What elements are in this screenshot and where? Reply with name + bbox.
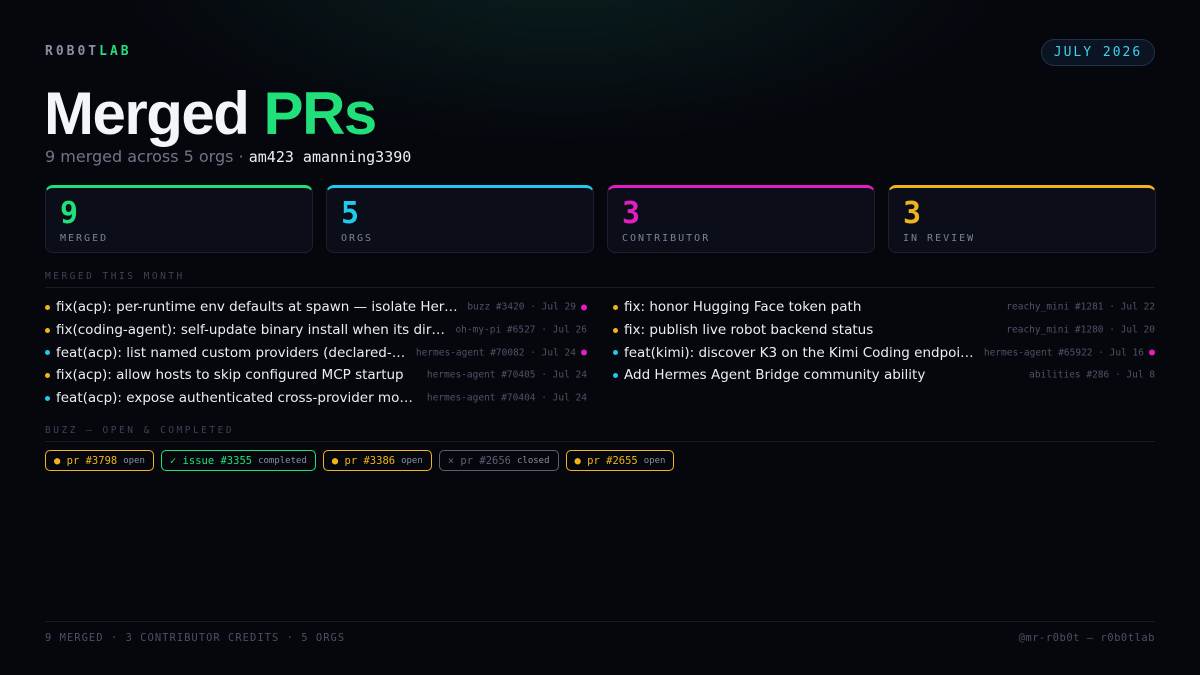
subtitle-users: am423 amanning3390: [248, 148, 412, 166]
stat-label: CONTRIBUTOR: [622, 233, 711, 244]
footer-handle: @mr-r0b0t — r0b0tlab: [1018, 632, 1155, 644]
stat-value: 5: [341, 196, 360, 231]
pr-meta-text: hermes-agent #70404 · Jul 24: [426, 392, 587, 404]
brand-logo: R0B0TLAB: [45, 44, 132, 59]
brand-part-1: R0B0T: [45, 44, 100, 59]
pr-row[interactable]: Add Hermes Agent Bridge community abilit…: [613, 364, 1155, 387]
pr-meta-text: buzz #3420 · Jul 29: [467, 301, 576, 313]
buzz-chips: ● pr #3798 open ✓ issue #3355 completed …: [45, 450, 675, 471]
pr-row[interactable]: fix(coding-agent): self-update binary in…: [45, 319, 587, 342]
chip-id: ● pr #2655: [574, 454, 638, 467]
chip-status: closed: [517, 455, 550, 466]
buzz-dot-icon: [581, 349, 587, 356]
stat-value: 3: [903, 196, 922, 231]
merged-list-right: fix: honor Hugging Face token path reach…: [613, 296, 1155, 387]
buzz-chip[interactable]: ● pr #3386 open: [322, 450, 432, 471]
pr-meta: reachy_mini #1280 · Jul 20: [1006, 325, 1155, 336]
stats-row: 9 MERGED 5 ORGS 3 CONTRIBUTOR 3 IN REVIE…: [45, 185, 1156, 253]
pr-title: feat(kimi): discover K3 on the Kimi Codi…: [624, 344, 982, 361]
subtitle-separator: ·: [238, 147, 244, 166]
pr-row[interactable]: feat(kimi): discover K3 on the Kimi Codi…: [613, 341, 1155, 364]
pr-meta: reachy_mini #1281 · Jul 22: [1006, 302, 1155, 313]
stat-value: 9: [60, 196, 79, 231]
status-dot: [45, 350, 50, 356]
stat-value: 3: [622, 196, 641, 231]
status-dot: [45, 372, 50, 378]
pr-row[interactable]: fix(acp): allow hosts to skip configured…: [45, 364, 587, 387]
pr-title: fix(coding-agent): self-update binary in…: [56, 322, 446, 339]
subtitle-summary: 9 merged across 5 orgs: [45, 147, 234, 166]
pr-title: fix(acp): per-runtime env defaults at sp…: [56, 299, 464, 316]
stat-label: IN REVIEW: [903, 233, 976, 244]
merged-section-heading: MERGED THIS MONTH: [45, 271, 1155, 288]
pr-meta-text: hermes-agent #65922 · Jul 16: [983, 347, 1144, 359]
pr-meta: hermes-agent #70405 · Jul 24: [427, 370, 587, 381]
buzz-section-heading: BUZZ — OPEN & COMPLETED: [45, 425, 1155, 442]
stat-card-in-review: 3 IN REVIEW: [888, 185, 1156, 253]
chip-status: open: [643, 455, 666, 466]
stat-label: ORGS: [341, 233, 374, 244]
status-dot: [613, 304, 618, 310]
pr-meta-text: reachy_mini #1280 · Jul 20: [1006, 324, 1155, 336]
buzz-chip[interactable]: ● pr #3798 open: [45, 450, 154, 471]
pr-title: feat(acp): expose authenticated cross-pr…: [56, 390, 418, 407]
chip-id: ● pr #3798: [54, 454, 118, 467]
brand-part-2: LAB: [99, 44, 132, 59]
status-dot: [613, 372, 618, 378]
pr-meta-text: hermes-agent #70082 · Jul 24: [415, 347, 576, 359]
pr-row[interactable]: fix: honor Hugging Face token path reach…: [613, 296, 1155, 319]
pr-meta: buzz #3420 · Jul 29: [467, 302, 587, 313]
pr-row[interactable]: fix: publish live robot backend status r…: [613, 319, 1155, 342]
pr-title: fix(acp): allow hosts to skip configured…: [56, 367, 404, 384]
chip-status: completed: [258, 455, 307, 466]
pr-title: fix: publish live robot backend status: [624, 322, 874, 339]
buzz-chip[interactable]: ● pr #2655 open: [565, 450, 675, 471]
stat-label: MERGED: [60, 233, 109, 244]
pr-title: Add Hermes Agent Bridge community abilit…: [624, 367, 926, 384]
status-dot: [613, 350, 618, 356]
pr-meta: hermes-agent #70082 · Jul 24: [416, 347, 587, 358]
chip-id: × pr #2656: [447, 454, 511, 467]
pr-meta: abilities #286 · Jul 8: [1029, 370, 1155, 381]
pr-meta-text: abilities #286 · Jul 8: [1029, 369, 1155, 381]
pr-meta: oh-my-pi #6527 · Jul 26: [455, 325, 587, 336]
title-part-2: PRs: [263, 80, 378, 147]
status-dot: [45, 304, 50, 310]
status-dot: [45, 327, 50, 333]
page-title: Merged PRs: [44, 80, 378, 148]
pr-meta-text: oh-my-pi #6527 · Jul 26: [455, 324, 587, 336]
month-badge: JULY 2026: [1041, 39, 1155, 66]
merged-list-left: fix(acp): per-runtime env defaults at sp…: [45, 296, 587, 409]
pr-row[interactable]: fix(acp): per-runtime env defaults at sp…: [45, 296, 587, 319]
buzz-chip[interactable]: × pr #2656 closed: [438, 450, 559, 471]
buzz-chip[interactable]: ✓ issue #3355 completed: [160, 450, 316, 471]
buzz-dot-icon: [1149, 349, 1155, 356]
pr-meta-text: hermes-agent #70405 · Jul 24: [426, 369, 587, 381]
chip-id: ✓ issue #3355: [169, 454, 253, 467]
buzz-dot-icon: [581, 304, 587, 311]
chip-status: open: [123, 455, 145, 466]
footer-divider: [45, 621, 1155, 622]
pr-row[interactable]: feat(acp): list named custom providers (…: [45, 341, 587, 364]
status-dot: [613, 327, 618, 333]
title-part-1: Merged: [44, 80, 250, 147]
pr-meta: hermes-agent #70404 · Jul 24: [427, 393, 587, 404]
status-dot: [45, 395, 50, 401]
pr-title: feat(acp): list named custom providers (…: [56, 344, 408, 361]
chip-id: ● pr #3386: [331, 454, 396, 467]
stat-card-contributor: 3 CONTRIBUTOR: [607, 185, 875, 253]
pr-title: fix: honor Hugging Face token path: [624, 299, 862, 316]
stat-card-merged: 9 MERGED: [45, 185, 313, 253]
pr-meta: hermes-agent #65922 · Jul 16: [984, 347, 1155, 358]
stat-card-orgs: 5 ORGS: [326, 185, 594, 253]
pr-row[interactable]: feat(acp): expose authenticated cross-pr…: [45, 387, 587, 410]
chip-status: open: [401, 455, 423, 466]
subtitle: 9 merged across 5 orgs · am423 amanning3…: [45, 147, 411, 166]
footer-summary: 9 MERGED · 3 CONTRIBUTOR CREDITS · 5 ORG…: [45, 632, 346, 644]
pr-meta-text: reachy_mini #1281 · Jul 22: [1006, 301, 1155, 313]
